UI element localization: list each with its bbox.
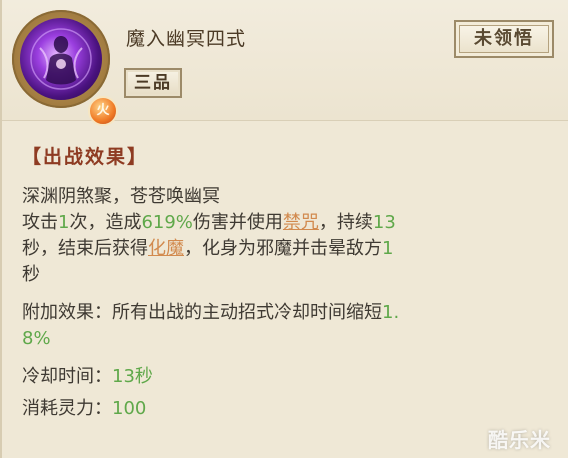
effect-line-2: 秒，结束后获得化魔，化身为邪魔并击晕敌方1 [22,236,558,262]
duration-value: 13 [372,212,396,233]
hit-count-value: 1 [58,212,70,233]
extra-effect-value-cont: 8% [22,328,51,349]
cooldown-label: 冷却时间： [22,366,112,387]
cost-value: 100 [112,398,147,419]
skill-detail-card: 火 魔入幽冥四式 三品 未领悟 【出战效果】 深渊阴煞聚，苍苍唤幽冥 攻击1次，… [0,0,568,458]
damage-value: 619% [141,212,193,233]
skill-header: 火 魔入幽冥四式 三品 未领悟 [2,0,568,126]
skill-name: 魔入幽冥四式 [126,28,247,50]
section-title: 【出战效果】 [22,146,149,168]
text-segment: 秒，结束后获得 [22,238,148,259]
cooldown-value: 13秒 [112,366,153,387]
fire-element-badge: 火 [88,96,118,126]
skill-icon-frame[interactable]: 火 [12,10,118,126]
extra-effect-line-cont: 8% [22,326,558,352]
keyword-link-demonize[interactable]: 化魔 [148,238,184,259]
comprehension-status-badge[interactable]: 未领悟 [454,20,554,58]
cost-label: 消耗灵力： [22,398,112,419]
extra-effect-line: 附加效果：所有出战的主动招式冷却时间缩短1. [22,300,558,326]
flavor-text: 深渊阴煞聚，苍苍唤幽冥 [22,186,220,207]
text-segment: 次，造成 [69,212,142,233]
watermark-logo: 酷乐米 [488,428,551,452]
extra-effect-label: 附加效果：所有出战的主动招式冷却时间缩短 [22,302,382,323]
text-segment: ，化身为邪魔并击晕敌方 [184,238,382,259]
stun-duration-value: 1 [382,238,394,259]
text-segment: 伤害并使用 [192,212,283,233]
grade-badge: 三品 [124,68,182,98]
text-segment: ，持续 [318,212,373,233]
cost-line: 消耗灵力：100 [22,396,558,422]
cooldown-line: 冷却时间：13秒 [22,364,558,390]
effect-description: 【出战效果】 深渊阴煞聚，苍苍唤幽冥 攻击1次，造成619%伤害并使用禁咒，持续… [22,134,558,422]
effect-line-3: 秒 [22,264,40,285]
purple-demon-figure-icon [20,18,102,100]
extra-effect-value: 1. [382,302,400,323]
text-segment: 攻击 [22,212,58,233]
keyword-link-forbidden-spell[interactable]: 禁咒 [283,212,319,233]
effect-line-1: 攻击1次，造成619%伤害并使用禁咒，持续13 [22,210,558,236]
